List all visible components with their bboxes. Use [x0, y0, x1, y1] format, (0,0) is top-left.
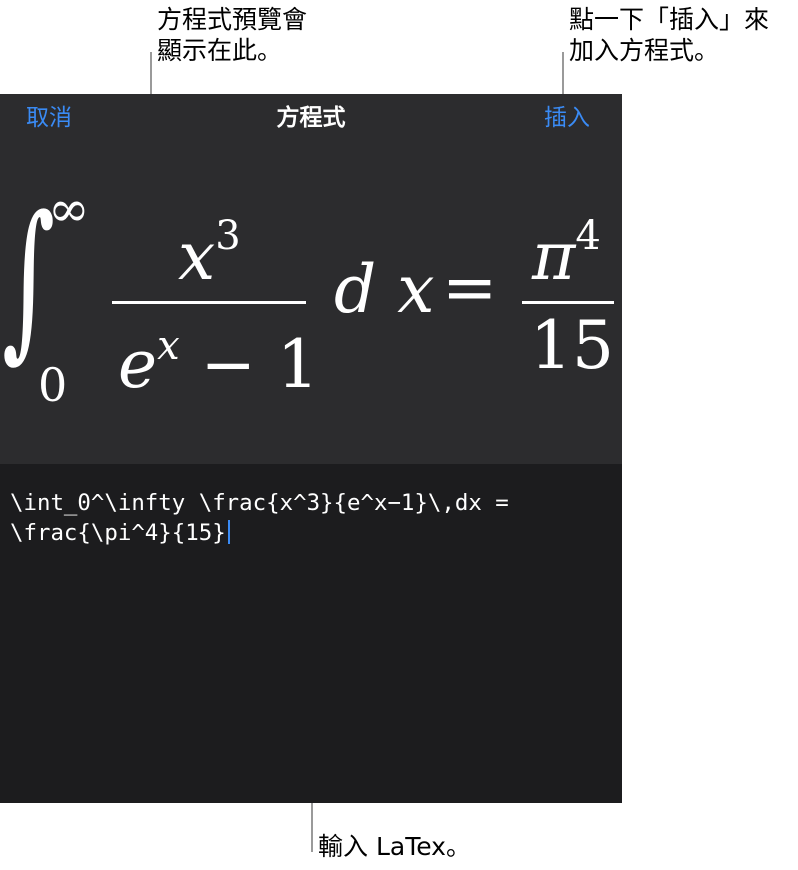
latex-editor[interactable]: \int_0^\infty \frac{x^3}{e^x−1}\,dx = \f… — [0, 464, 622, 803]
lhs-denominator-exponent: x — [157, 323, 180, 369]
insert-button[interactable]: 插入 — [544, 104, 590, 132]
rhs-denominator: 15 — [530, 307, 614, 384]
rhs-fraction-bar — [522, 301, 614, 304]
equation-preview: ∫ ∞ 0 x3 ex − 1 d x = π4 15 — [0, 180, 622, 434]
equals-sign: = — [442, 249, 498, 326]
differential: d x — [334, 251, 435, 328]
latex-source-text: \int_0^\infty \frac{x^3}{e^x−1}\,dx = \f… — [10, 490, 509, 546]
latex-input[interactable]: \int_0^\infty \frac{x^3}{e^x−1}\,dx = \f… — [10, 488, 616, 548]
equation-preview-area: 取消 方程式 插入 ∫ ∞ 0 x3 ex − 1 d x = π4 15 — [0, 94, 622, 464]
lhs-denominator: ex − 1 — [118, 306, 319, 405]
rhs-numerator-exponent: 4 — [575, 213, 601, 259]
text-cursor — [227, 520, 230, 544]
preview-callout: 方程式預覽會 顯示在此。 — [157, 5, 308, 65]
latex-callout: 輸入 LaTex。 — [318, 832, 471, 861]
lhs-numerator: x3 — [178, 196, 241, 297]
integral-upper-limit: ∞ — [48, 180, 90, 238]
lhs-numerator-base: x — [178, 218, 216, 295]
insert-callout: 點一下「插入」來 加入方程式。 — [569, 5, 770, 65]
rhs-numerator: π4 — [532, 196, 601, 297]
lhs-fraction-bar — [112, 301, 306, 304]
panel-title: 方程式 — [276, 105, 346, 131]
equation-panel: 取消 方程式 插入 ∫ ∞ 0 x3 ex − 1 d x = π4 15 \i… — [0, 94, 622, 803]
rhs-numerator-base: π — [532, 218, 576, 295]
lhs-denominator-base: e — [118, 326, 158, 403]
insert-leader-line — [562, 52, 564, 98]
lhs-denominator-rest: − 1 — [200, 326, 319, 403]
lhs-numerator-exponent: 3 — [215, 213, 241, 259]
integral-lower-limit: 0 — [38, 358, 68, 412]
